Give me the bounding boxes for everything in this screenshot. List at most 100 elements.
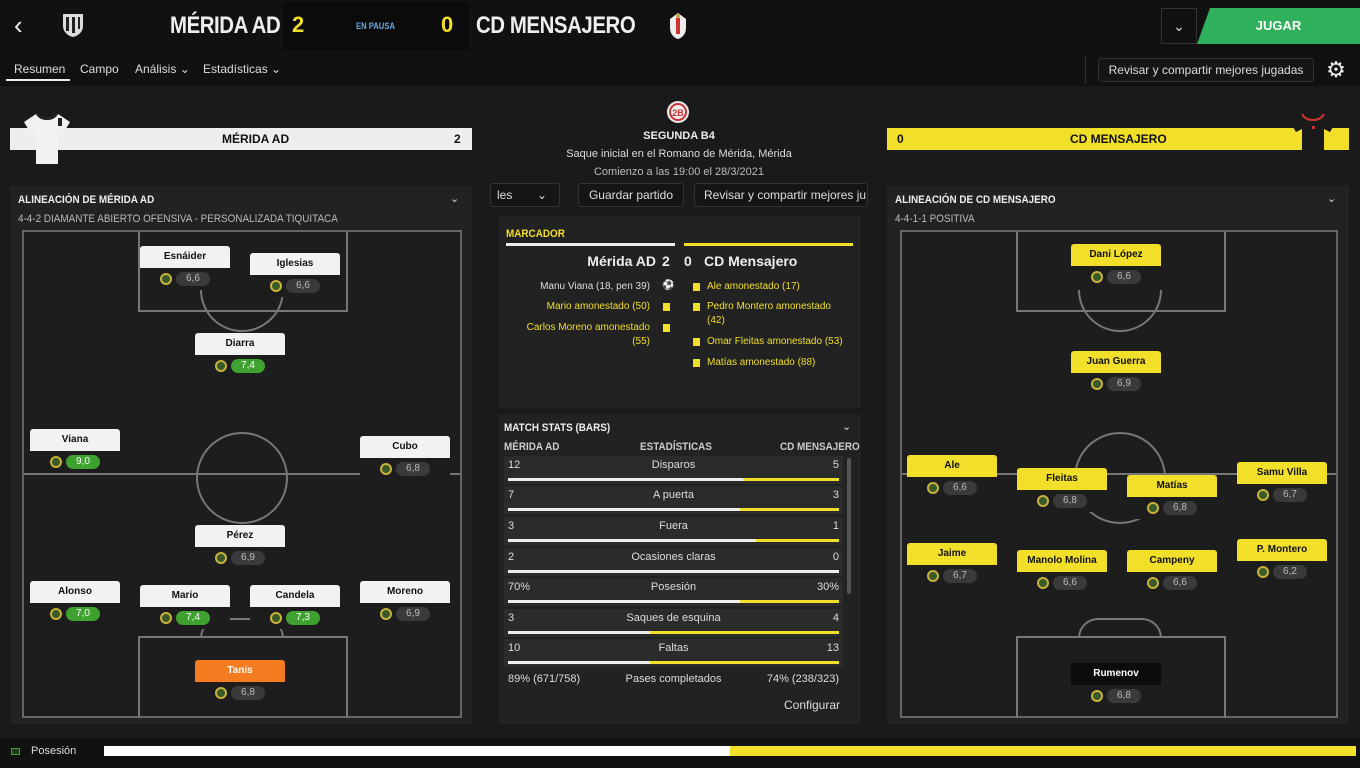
player-card[interactable]: Candela 7,3 bbox=[250, 585, 340, 629]
player-card[interactable]: Iglesias 6,6 bbox=[250, 253, 340, 297]
svg-text:2B: 2B bbox=[672, 108, 684, 118]
player-card[interactable]: Ale 6,6 bbox=[907, 455, 997, 499]
rating-icon bbox=[1257, 566, 1269, 578]
player-card[interactable]: Dani López 6,6 bbox=[1071, 244, 1161, 288]
away-team-bar: CD MENSAJERO 0 bbox=[887, 128, 1349, 150]
configure-button[interactable]: Configurar bbox=[770, 694, 854, 718]
stat-away-bar bbox=[650, 661, 839, 664]
rating-icon bbox=[380, 463, 392, 475]
stat-row: Saques de esquina 3 4 bbox=[504, 609, 843, 637]
player-card[interactable]: Diarra 7,4 bbox=[195, 333, 285, 377]
review-share-center-button[interactable]: Revisar y compartir mejores ju bbox=[694, 183, 868, 207]
tab-campo[interactable]: Campo bbox=[80, 62, 119, 76]
home-bar-score: 2 bbox=[454, 132, 461, 146]
stat-away-value: 30% bbox=[816, 581, 839, 593]
match-status: EN PAUSA bbox=[356, 21, 395, 31]
stat-row: Ocasiones claras 2 0 bbox=[504, 548, 843, 576]
event-booking: Ale amonestado (17) bbox=[707, 281, 800, 292]
stat-away-value: 1 bbox=[832, 520, 839, 532]
stat-row: Fuera 3 1 bbox=[504, 517, 843, 545]
rating-icon bbox=[50, 456, 62, 468]
collapse-chevron-icon[interactable]: ⌄ bbox=[842, 420, 851, 433]
stat-away-value: 74% (238/323) bbox=[766, 673, 839, 685]
header-away-team: CD MENSAJERO bbox=[476, 12, 636, 39]
back-icon[interactable]: ‹ bbox=[14, 12, 38, 40]
stats-scrollbar[interactable] bbox=[847, 458, 851, 594]
rating-icon bbox=[215, 687, 227, 699]
stat-home-value: 2 bbox=[508, 551, 515, 563]
tab-analisis[interactable]: Análisis ⌄ bbox=[135, 62, 190, 76]
player-card[interactable]: Moreno 6,9 bbox=[360, 581, 450, 625]
player-card[interactable]: Manolo Molina 6,6 bbox=[1017, 550, 1107, 594]
player-card[interactable]: Campeny 6,6 bbox=[1127, 550, 1217, 594]
player-card[interactable]: Esnáider 6,6 bbox=[140, 246, 230, 290]
away-bar-name: CD MENSAJERO bbox=[1070, 132, 1167, 146]
rating-icon bbox=[1037, 495, 1049, 507]
player-card[interactable]: Mario 7,4 bbox=[140, 585, 230, 629]
tab-estadisticas[interactable]: Estadísticas ⌄ bbox=[203, 62, 281, 76]
away-formation: 4-4-1-1 POSITIVA bbox=[895, 213, 975, 225]
home-crest-icon bbox=[62, 12, 84, 38]
rating-icon bbox=[1257, 489, 1269, 501]
dropdown-chevron-icon[interactable]: ⌄ bbox=[1161, 8, 1197, 44]
event-booking: Pedro Montero amonestado bbox=[707, 301, 831, 312]
player-card[interactable]: Cubo 6,8 bbox=[360, 436, 450, 480]
event-goal: Manu Viana (18, pen 39) bbox=[540, 281, 650, 292]
event-booking: Omar Fleitas amonestado (53) bbox=[707, 336, 843, 347]
home-lineup-title: ALINEACIÓN DE MÉRIDA AD bbox=[18, 194, 155, 206]
player-card[interactable]: Pérez 6,9 bbox=[195, 525, 285, 569]
stat-home-bar bbox=[508, 570, 839, 573]
ball-icon: ⚽ bbox=[662, 280, 675, 291]
stats-home-header: MÉRIDA AD bbox=[504, 441, 560, 453]
rating-icon bbox=[927, 482, 939, 494]
player-card[interactable]: Tanis 6,8 bbox=[195, 660, 285, 704]
scoreboard-title: MARCADOR bbox=[506, 228, 565, 240]
collapse-chevron-icon[interactable]: ⌄ bbox=[1327, 192, 1336, 205]
stat-home-value: 3 bbox=[508, 520, 515, 532]
sb-home-score: 2 bbox=[662, 253, 670, 269]
player-card[interactable]: Jaime 6,7 bbox=[907, 543, 997, 587]
rating-icon bbox=[1091, 271, 1103, 283]
possession-icon bbox=[11, 748, 20, 755]
away-lineup-title: ALINEACIÓN DE CD MENSAJERO bbox=[895, 194, 1056, 206]
rating-icon bbox=[1091, 378, 1103, 390]
rating-icon bbox=[215, 360, 227, 372]
tab-resumen[interactable]: Resumen bbox=[14, 62, 65, 76]
rating-icon bbox=[927, 570, 939, 582]
player-card[interactable]: Juan Guerra 6,9 bbox=[1071, 351, 1161, 395]
player-card[interactable]: Fleitas 6,8 bbox=[1017, 468, 1107, 512]
stat-home-bar bbox=[508, 631, 650, 634]
stat-home-value: 3 bbox=[508, 612, 515, 624]
player-card[interactable]: Viana 9,0 bbox=[30, 429, 120, 473]
home-team-bar: MÉRIDA AD 2 bbox=[10, 128, 472, 150]
sb-away-team: CD Mensajero bbox=[704, 253, 798, 269]
rating-icon bbox=[215, 552, 227, 564]
player-card[interactable]: Matías 6,8 bbox=[1127, 475, 1217, 519]
player-card[interactable]: Alonso 7,0 bbox=[30, 581, 120, 625]
play-button[interactable]: JUGAR bbox=[1197, 8, 1360, 44]
stat-label: Faltas bbox=[658, 642, 689, 654]
header-home-score: 2 bbox=[292, 12, 305, 37]
header-away-score: 0 bbox=[441, 12, 454, 37]
stats-away-header: CD MENSAJERO bbox=[780, 441, 860, 453]
home-bar-name: MÉRIDA AD bbox=[222, 132, 290, 146]
player-card[interactable]: P. Montero 6,2 bbox=[1237, 539, 1327, 583]
player-card[interactable]: Rumenov 6,8 bbox=[1071, 663, 1161, 707]
active-tab-indicator bbox=[6, 79, 70, 81]
save-match-button[interactable]: Guardar partido bbox=[578, 183, 684, 207]
divider bbox=[1085, 56, 1086, 84]
possession-home-fill bbox=[104, 746, 730, 756]
gear-icon[interactable]: ⚙ bbox=[1322, 56, 1350, 84]
options-dropdown[interactable]: les ⌄ bbox=[490, 183, 560, 207]
home-kit-icon bbox=[22, 112, 72, 166]
yellow-card-icon bbox=[693, 359, 700, 367]
review-share-button[interactable]: Revisar y compartir mejores jugadas bbox=[1098, 58, 1314, 82]
yellow-card-icon bbox=[663, 303, 670, 311]
player-card[interactable]: Samu Villa 6,7 bbox=[1237, 462, 1327, 506]
stat-away-value: 13 bbox=[826, 642, 839, 654]
collapse-chevron-icon[interactable]: ⌄ bbox=[450, 192, 459, 205]
header-home-team: MÉRIDA AD bbox=[170, 12, 281, 39]
stat-row: A puerta 7 3 bbox=[504, 486, 843, 514]
stat-row: Disparos 12 5 bbox=[504, 456, 843, 484]
sb-home-team: Mérida AD bbox=[587, 253, 656, 269]
